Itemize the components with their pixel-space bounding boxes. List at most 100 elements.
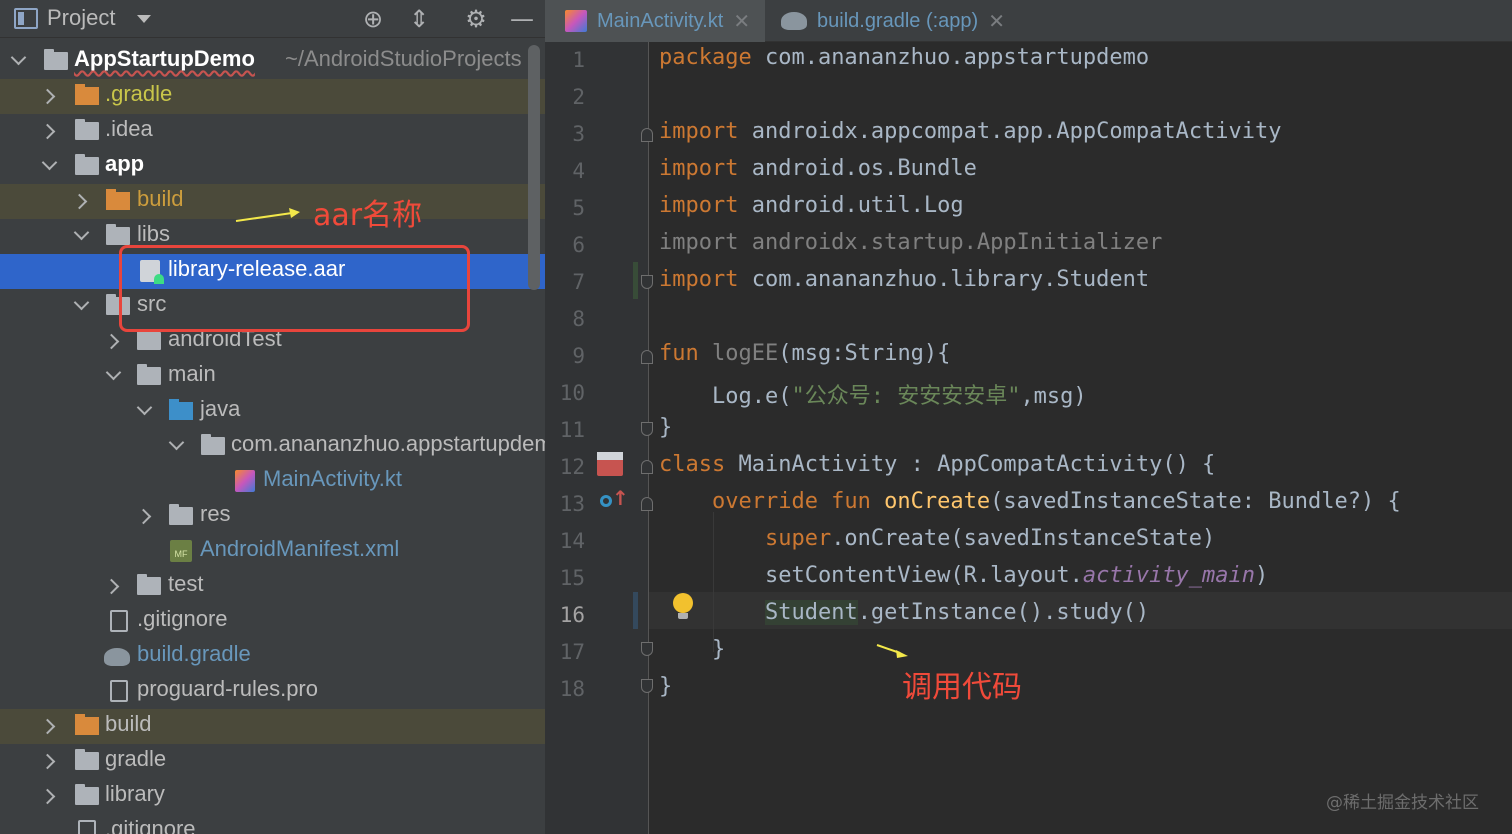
module-folder-icon bbox=[75, 784, 99, 805]
tree-item-manifest[interactable]: MF AndroidManifest.xml bbox=[0, 534, 545, 569]
package-icon bbox=[201, 434, 225, 455]
folder-icon bbox=[75, 84, 99, 105]
tree-item-app-build[interactable]: build bbox=[0, 184, 545, 219]
chevron-down-icon[interactable] bbox=[40, 149, 60, 184]
line-number: 4 bbox=[572, 159, 585, 183]
gitignore-file-icon bbox=[78, 820, 96, 834]
code-text: ) bbox=[1255, 563, 1269, 588]
kotlin-file-icon bbox=[235, 470, 255, 492]
fold-icon[interactable] bbox=[641, 679, 653, 693]
gear-icon[interactable]: ⚙ bbox=[461, 4, 491, 34]
project-window-icon bbox=[14, 8, 38, 29]
code-editor[interactable]: 1 2 3 4 5 6 7 8 9 10 11 12 13 14 15 16 1… bbox=[545, 42, 1512, 834]
close-icon[interactable]: ✕ bbox=[733, 9, 750, 34]
tree-item-label: app bbox=[105, 151, 145, 176]
function-name: logEE bbox=[698, 341, 779, 366]
line-number-current: 16 bbox=[559, 603, 585, 627]
fold-icon[interactable] bbox=[641, 497, 653, 511]
tree-scrollbar[interactable] bbox=[528, 45, 540, 290]
collapse-all-icon[interactable]: ⇕ bbox=[404, 4, 434, 34]
chevron-down-icon[interactable] bbox=[72, 219, 92, 254]
chevron-down-icon[interactable] bbox=[167, 429, 187, 464]
tree-item-app[interactable]: app bbox=[0, 149, 545, 184]
code-text: (msg:String){ bbox=[778, 341, 951, 366]
code-line-17: } bbox=[659, 637, 726, 662]
line-number: 17 bbox=[559, 640, 585, 664]
fold-icon[interactable] bbox=[641, 128, 653, 142]
code-line-10: Log.e("公众号: 安安安安卓",msg) bbox=[659, 378, 1087, 410]
chevron-down-icon[interactable] bbox=[9, 44, 29, 79]
tree-item-library[interactable]: library bbox=[0, 779, 545, 814]
keyword: super bbox=[659, 526, 832, 551]
keyword: import bbox=[659, 156, 739, 181]
code-text: com.anananzhuo.appstartupdemo bbox=[751, 45, 1150, 70]
source-folder-icon bbox=[169, 399, 193, 420]
chevron-right-icon[interactable] bbox=[102, 324, 122, 359]
tree-item-test[interactable]: test bbox=[0, 569, 545, 604]
fold-icon[interactable] bbox=[641, 422, 653, 436]
code-line-9: fun logEE(msg:String){ bbox=[659, 341, 950, 366]
tree-item-gradle[interactable]: gradle bbox=[0, 744, 545, 779]
chevron-right-icon[interactable] bbox=[70, 184, 90, 219]
chevron-right-icon[interactable] bbox=[102, 569, 122, 604]
tree-item-java[interactable]: java bbox=[0, 394, 545, 429]
tree-item-mainactivity[interactable]: MainActivity.kt bbox=[0, 464, 545, 499]
close-icon[interactable]: ✕ bbox=[988, 9, 1005, 34]
chevron-down-icon[interactable] bbox=[135, 394, 155, 429]
tab-build-gradle[interactable]: build.gradle (:app) ✕ bbox=[767, 0, 1012, 42]
gitignore-file-icon bbox=[110, 610, 128, 632]
tree-item-app-gitignore[interactable]: .gitignore bbox=[0, 604, 545, 639]
implementation-icon[interactable] bbox=[597, 452, 623, 476]
crosshair-icon[interactable]: ⊕ bbox=[358, 4, 388, 34]
project-tool-window: Project ⊕ ⇕ ⚙ — AppStartupDemo ~/Android… bbox=[0, 0, 545, 834]
project-view-selector[interactable]: Project bbox=[47, 5, 115, 31]
tab-mainactivity[interactable]: MainActivity.kt ✕ bbox=[545, 0, 765, 42]
keyword: import bbox=[659, 267, 739, 292]
chevron-right-icon[interactable] bbox=[38, 79, 58, 114]
tree-item-label: proguard-rules.pro bbox=[137, 676, 318, 701]
tree-item-package[interactable]: com.anananzhuo.appstartupdemo bbox=[0, 429, 545, 464]
keyword: import bbox=[659, 193, 739, 218]
chevron-right-icon[interactable] bbox=[38, 709, 58, 744]
chevron-right-icon[interactable] bbox=[38, 744, 58, 779]
code-line-18: } bbox=[659, 674, 673, 699]
code-text: android.util.Log bbox=[738, 193, 964, 218]
vcs-added-marker[interactable] bbox=[633, 262, 638, 299]
vcs-modified-marker[interactable] bbox=[633, 592, 638, 629]
tree-item-gradle-dir[interactable]: .gradle bbox=[0, 79, 545, 114]
function-name: onCreate bbox=[884, 489, 991, 514]
fold-icon[interactable] bbox=[641, 642, 653, 656]
code-line-12: class MainActivity : AppCompatActivity()… bbox=[659, 452, 1215, 477]
chevron-right-icon[interactable] bbox=[38, 114, 58, 149]
tree-item-app-build-gradle[interactable]: build.gradle bbox=[0, 639, 545, 674]
folder-icon bbox=[137, 364, 161, 385]
chevron-down-icon[interactable] bbox=[104, 359, 124, 394]
tree-item-root-build[interactable]: build bbox=[0, 709, 545, 744]
fold-icon[interactable] bbox=[641, 275, 653, 289]
tree-item-root-gitignore[interactable]: .gitignore bbox=[0, 814, 545, 834]
code-line-7: import com.anananzhuo.library.Student bbox=[659, 267, 1149, 292]
code-text: android.os.Bundle bbox=[738, 156, 977, 181]
tree-item-main[interactable]: main bbox=[0, 359, 545, 394]
chevron-down-icon[interactable] bbox=[72, 289, 92, 324]
override-icon[interactable] bbox=[600, 486, 629, 514]
editor-tab-bar: MainActivity.kt ✕ build.gradle (:app) ✕ bbox=[545, 0, 1512, 42]
code-text: androidx.appcompat.app.AppCompatActivity bbox=[738, 119, 1282, 144]
tree-item-res[interactable]: res bbox=[0, 499, 545, 534]
tree-item-label: com.anananzhuo.appstartupdemo bbox=[231, 431, 545, 456]
fold-icon[interactable] bbox=[641, 460, 653, 474]
chevron-right-icon[interactable] bbox=[134, 499, 154, 534]
tree-item-label: build bbox=[137, 186, 184, 211]
chevron-down-icon[interactable] bbox=[137, 15, 151, 23]
tree-item-proguard[interactable]: proguard-rules.pro bbox=[0, 674, 545, 709]
code-line-13: override fun onCreate(savedInstanceState… bbox=[659, 489, 1401, 514]
line-number: 11 bbox=[559, 418, 585, 442]
fold-icon[interactable] bbox=[641, 350, 653, 364]
chevron-right-icon[interactable] bbox=[38, 779, 58, 814]
tree-item-label: AndroidManifest.xml bbox=[200, 536, 400, 561]
resource-folder-icon bbox=[169, 504, 193, 525]
minimize-icon[interactable]: — bbox=[507, 4, 537, 34]
tree-item-appstartupdemo[interactable]: AppStartupDemo ~/AndroidStudioProjects bbox=[0, 44, 545, 79]
tree-item-idea[interactable]: .idea bbox=[0, 114, 545, 149]
lightbulb-icon[interactable] bbox=[673, 593, 693, 619]
